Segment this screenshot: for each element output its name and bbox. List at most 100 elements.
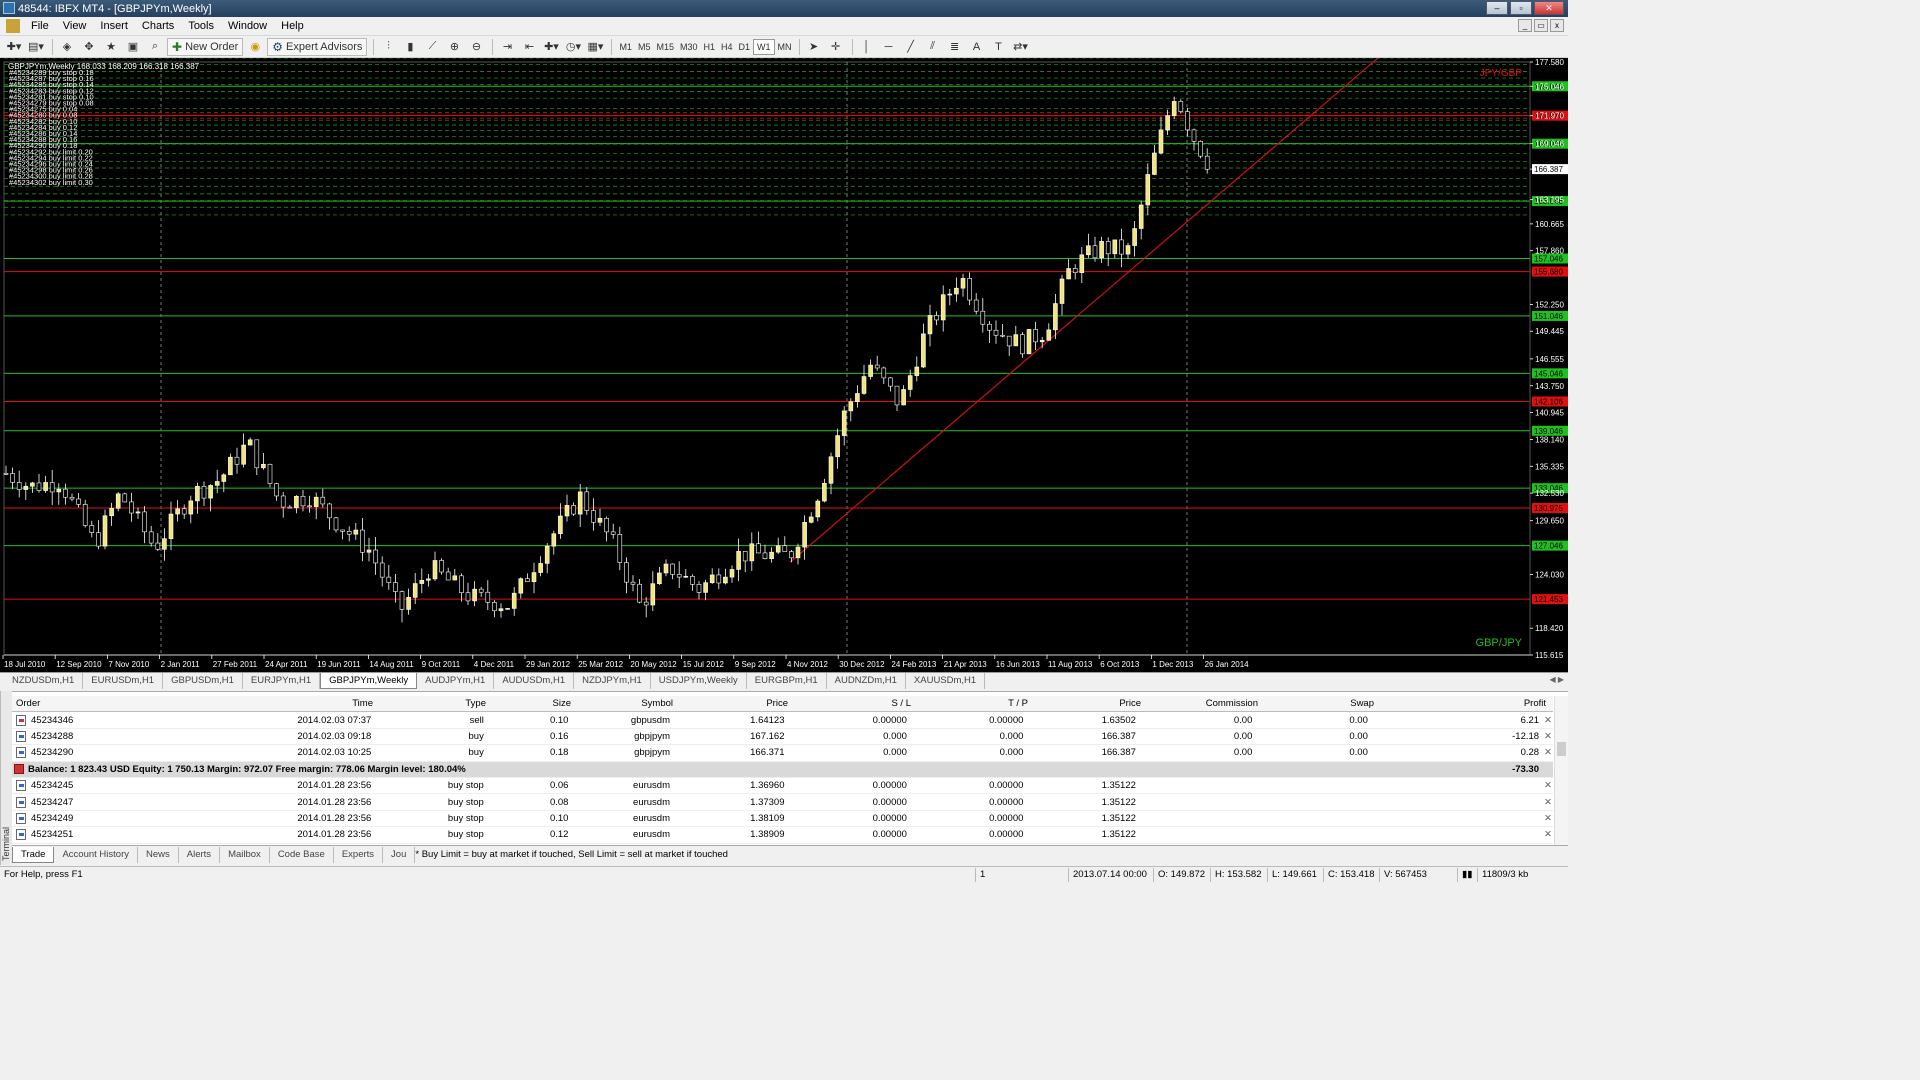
tf-w1[interactable]: W1 [753, 38, 775, 55]
col-time[interactable]: Time [167, 698, 377, 709]
chart-tab[interactable]: XAUUSDm,H1 [906, 673, 986, 689]
terminal-icon[interactable]: ▣ [123, 38, 143, 56]
chart-tab[interactable]: AUDJPYm,H1 [417, 673, 495, 689]
terminal-side-label[interactable]: Terminal [0, 691, 12, 865]
terminal-tab[interactable]: Trade [12, 846, 55, 863]
col-type[interactable]: Type [377, 698, 490, 709]
fibonacci-icon[interactable]: ≣ [945, 38, 965, 56]
chart-tab[interactable]: GBPUSDm,H1 [163, 673, 243, 689]
close-order-icon[interactable]: ✕ [1543, 829, 1553, 840]
table-row[interactable]: 45234288 2014.02.03 09:18 buy 0.16 gbpjpym 16… [12, 729, 1553, 746]
table-row[interactable]: 45234346 2014.02.03 07:37 sell 0.10 gbpusdm 1… [12, 712, 1553, 729]
table-row[interactable]: 45234247 2014.01.28 23:56 buy stop 0.08 euru… [12, 794, 1553, 811]
col-order[interactable]: Order [12, 698, 167, 709]
chart-tab[interactable]: USDJPYm,Weekly [651, 673, 747, 689]
profiles-icon[interactable]: ▤▾ [26, 38, 46, 56]
chart-tab[interactable]: AUDUSDm,H1 [494, 673, 575, 689]
indicators-icon[interactable]: ✚▾ [541, 38, 561, 56]
col-sl[interactable]: S / L [792, 698, 915, 709]
tabs-scroll-arrows[interactable]: ◀ ▶ [1549, 675, 1564, 684]
table-row[interactable]: 45234251 2014.01.28 23:56 buy stop 0.12 euru… [12, 827, 1553, 844]
tf-h4[interactable]: H4 [718, 39, 736, 55]
tf-h1[interactable]: H1 [701, 39, 719, 55]
text-label-icon[interactable]: T [989, 38, 1009, 56]
chart-tab[interactable]: NZDJPYm,H1 [574, 673, 651, 689]
auto-scroll-icon[interactable]: ⇥ [497, 38, 517, 56]
maximize-button[interactable]: ▫ [1510, 1, 1532, 15]
close-order-icon[interactable]: ✕ [1543, 780, 1553, 791]
trendline[interactable] [789, 58, 1379, 563]
col-current-price[interactable]: Price [1032, 698, 1145, 709]
table-row[interactable]: 45234290 2014.02.03 10:25 buy 0.18 gbpjpym 16… [12, 745, 1553, 762]
col-price[interactable]: Price [677, 698, 792, 709]
menu-help[interactable]: Help [274, 20, 311, 32]
data-window-icon[interactable]: ✥ [79, 38, 99, 56]
terminal-tab[interactable]: News [138, 846, 179, 863]
chart-tab[interactable]: AUDNZDm,H1 [827, 673, 906, 689]
col-symbol[interactable]: Symbol [575, 698, 677, 709]
bar-chart-icon[interactable]: ⫶ [378, 38, 398, 56]
market-watch-icon[interactable]: ◈ [57, 38, 77, 56]
line-chart-icon[interactable]: ⟋ [422, 38, 442, 56]
chart-tab[interactable]: EURJPYm,H1 [243, 673, 321, 689]
tf-mn[interactable]: MN [775, 39, 795, 55]
mdi-close-button[interactable]: x [1550, 19, 1564, 32]
scrollbar-thumb[interactable] [1557, 742, 1566, 756]
chart-tab[interactable]: EURUSDm,H1 [83, 673, 164, 689]
menu-window[interactable]: Window [221, 20, 274, 32]
tf-d1[interactable]: D1 [736, 39, 754, 55]
col-tp[interactable]: T / P [915, 698, 1032, 709]
menu-tools[interactable]: Tools [181, 20, 221, 32]
navigator-icon[interactable]: ★ [101, 38, 121, 56]
terminal-scrollbar[interactable] [1554, 696, 1568, 846]
templates-icon[interactable]: ▦▾ [585, 38, 605, 56]
chart-tab[interactable]: GBPJPYm,Weekly [320, 673, 418, 689]
expert-advisors-button[interactable]: ⚙ Expert Advisors [267, 37, 368, 56]
balance-row[interactable]: Balance: 1 823.43 USD Equity: 1 750.13 M… [12, 761, 1553, 778]
table-row[interactable]: 45234249 2014.01.28 23:56 buy stop 0.10 euru… [12, 811, 1553, 828]
close-order-icon[interactable]: ✕ [1543, 715, 1553, 726]
terminal-tab[interactable]: Jou [383, 846, 416, 863]
title-bar[interactable]: 48544: IBFX MT4 - [GBPJPYm,Weekly] ‒ ▫ ✕ [0, 0, 1568, 17]
chart-window-icon[interactable] [6, 19, 20, 33]
chart-area[interactable]: 175.046 171.970 169.046 163.046 157.046 155.6… [0, 58, 1568, 672]
cursor-icon[interactable]: ➤ [804, 38, 824, 56]
new-order-button[interactable]: ✚ New Order [167, 37, 244, 56]
equidistant-channel-icon[interactable]: ⫽ [923, 38, 943, 56]
chart-tab[interactable]: EURGBPm,H1 [747, 673, 827, 689]
periods-icon[interactable]: ◷▾ [563, 38, 583, 56]
new-chart-icon[interactable]: ✚▾ [4, 38, 24, 56]
col-size[interactable]: Size [490, 698, 575, 709]
candlestick-icon[interactable]: ▮ [400, 38, 420, 56]
col-commission[interactable]: Commission [1145, 698, 1262, 709]
terminal-tab[interactable]: Account History [54, 846, 138, 863]
terminal-tab[interactable]: Mailbox [220, 846, 270, 863]
menu-file[interactable]: File [24, 20, 56, 32]
col-profit[interactable]: Profit [1378, 698, 1550, 709]
arrows-icon[interactable]: ⇄▾ [1011, 38, 1031, 56]
horizontal-line-icon[interactable]: ─ [879, 38, 899, 56]
menu-view[interactable]: View [56, 20, 94, 32]
trendline-icon[interactable]: ╱ [901, 38, 921, 56]
terminal-tab[interactable]: Alerts [179, 846, 221, 863]
vertical-line-icon[interactable]: │ [857, 38, 877, 56]
mdi-restore-button[interactable]: ▭ [1534, 19, 1548, 32]
tf-m5[interactable]: M5 [635, 39, 654, 55]
menu-charts[interactable]: Charts [135, 20, 181, 32]
chart-tab[interactable]: NZDUSDm,H1 [4, 673, 84, 689]
col-swap[interactable]: Swap [1262, 698, 1378, 709]
close-button[interactable]: ✕ [1534, 1, 1564, 15]
terminal-tab[interactable]: Code Base [270, 846, 334, 863]
menu-insert[interactable]: Insert [93, 20, 135, 32]
tf-m30[interactable]: M30 [677, 39, 701, 55]
tf-m15[interactable]: M15 [653, 39, 677, 55]
terminal-tab[interactable]: Experts [334, 846, 384, 863]
close-order-icon[interactable]: ✕ [1543, 797, 1553, 808]
chart-shift-icon[interactable]: ⇤ [519, 38, 539, 56]
mdi-minimize-button[interactable]: _ [1518, 19, 1532, 32]
zoom-in-icon[interactable]: ⊕ [444, 38, 464, 56]
meta-editor-icon[interactable]: ◉ [245, 38, 265, 56]
close-order-icon[interactable]: ✕ [1543, 813, 1553, 824]
zoom-out-icon[interactable]: ⊖ [466, 38, 486, 56]
price-chart[interactable]: 175.046171.970169.046163.046157.046155.6… [0, 58, 1568, 672]
